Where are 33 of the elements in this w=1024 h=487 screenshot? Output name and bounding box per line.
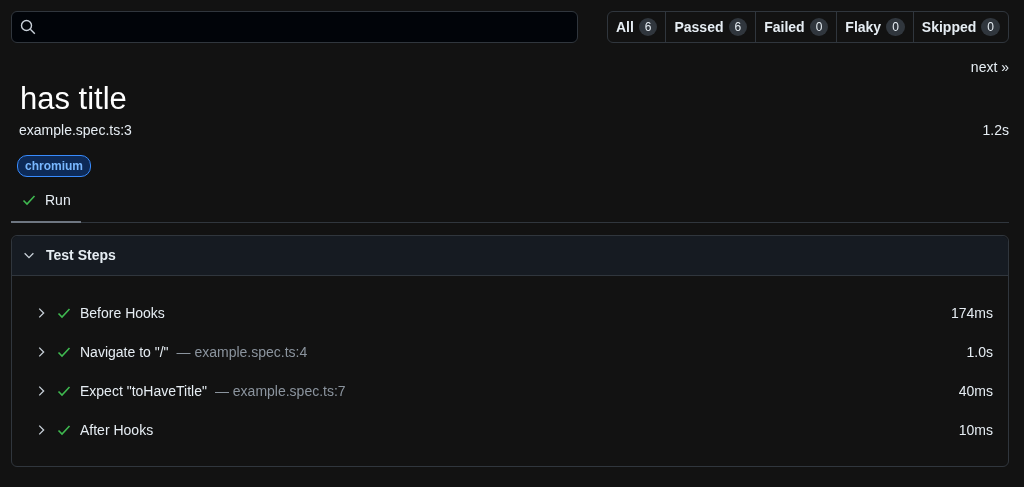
search-icon: [20, 19, 36, 35]
next-link[interactable]: next »: [970, 57, 1009, 78]
step-duration: 1.0s: [966, 342, 993, 362]
step-location: — example.spec.ts:4: [176, 342, 308, 362]
count-badge: 0: [981, 18, 1000, 36]
file-location: example.spec.ts:3: [19, 120, 132, 140]
step-duration: 40ms: [958, 381, 993, 401]
step-duration: 174ms: [950, 303, 993, 323]
project-tag: chromium: [17, 154, 91, 177]
filter-button[interactable]: Failed 0: [755, 12, 837, 42]
test-title: has title: [20, 82, 128, 117]
filter-button[interactable]: Flaky 0: [836, 12, 913, 42]
step-title: Navigate to "/": [80, 342, 169, 362]
step-row[interactable]: After Hooks 10ms: [34, 410, 993, 450]
filter-button[interactable]: All 6: [607, 12, 666, 42]
filter-button[interactable]: Skipped 0: [912, 12, 1008, 42]
step-title: Expect "toHaveTitle": [80, 381, 207, 401]
run-tab[interactable]: Run: [11, 183, 81, 223]
step-row[interactable]: Expect "toHaveTitle" — example.spec.ts:7 40ms: [34, 371, 993, 411]
test-duration: 1.2s: [982, 120, 1009, 140]
filter-button[interactable]: Passed 6: [665, 12, 756, 42]
count-badge: 0: [886, 18, 905, 36]
step-title: Before Hooks: [80, 303, 165, 323]
search-field[interactable]: [11, 11, 578, 43]
section-header[interactable]: Test Steps: [12, 235, 1008, 276]
count-badge: 0: [809, 18, 829, 36]
step-location: — example.spec.ts:7: [214, 381, 346, 401]
count-badge: 6: [638, 18, 658, 36]
step-duration: 10ms: [958, 420, 993, 440]
step-row[interactable]: Navigate to "/" — example.spec.ts:4 1.0s: [34, 332, 993, 372]
step-row[interactable]: Before Hooks 174ms: [34, 293, 993, 333]
count-badge: 6: [728, 18, 748, 36]
step-title: After Hooks: [80, 420, 154, 440]
